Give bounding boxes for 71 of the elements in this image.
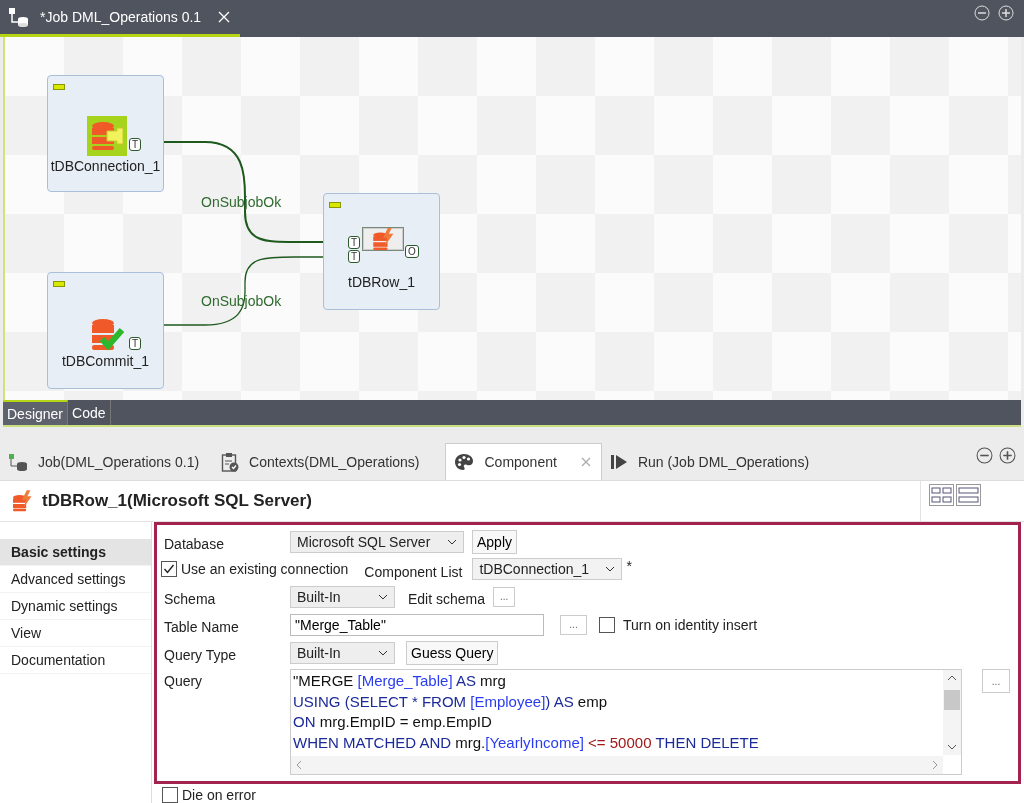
- collapse-marker[interactable]: [329, 202, 341, 208]
- grid-layout-icon[interactable]: [929, 484, 954, 506]
- list-layout-icon[interactable]: [956, 484, 981, 506]
- minimize-icon[interactable]: [976, 447, 993, 464]
- apply-button[interactable]: Apply: [472, 529, 518, 554]
- port-tab[interactable]: T: [348, 250, 361, 263]
- settings-category[interactable]: View: [0, 620, 151, 647]
- field-label: Component List: [364, 564, 463, 580]
- port-tab[interactable]: T: [129, 138, 142, 151]
- node-label: tDBRow_1: [347, 274, 416, 290]
- field-label: Database: [164, 535, 225, 552]
- run-icon: [609, 453, 628, 470]
- settings-category[interactable]: Dynamic settings: [0, 593, 151, 620]
- code-line: USING (SELECT * FROM [Employee]) AS emp: [293, 691, 608, 712]
- clipboard-check-icon: [221, 451, 240, 472]
- component-node[interactable]: T tDBCommit_1: [47, 272, 164, 389]
- schema-dropdown[interactable]: Built-In: [290, 585, 395, 608]
- checkbox-label: Die on error: [182, 787, 256, 803]
- query-type-dropdown[interactable]: Built-In: [290, 641, 395, 664]
- required-mark: *: [626, 558, 632, 574]
- panel-tab[interactable]: Run (Job DML_Operations): [601, 443, 824, 480]
- component-title: tDBRow_1(Microsoft SQL Server): [42, 491, 312, 511]
- chevron-down-icon: [378, 593, 388, 600]
- chevron-down-icon: [605, 566, 616, 572]
- maximize-icon[interactable]: [999, 447, 1016, 464]
- code-line: WHEN MATCHED AND mrg.[YearlyIncome] <= 50000 THEN DELETE: [293, 732, 760, 753]
- more-button[interactable]: ...: [982, 669, 1010, 693]
- checkbox[interactable]: [161, 561, 177, 577]
- job-icon: [8, 452, 28, 471]
- checkbox-label: Use an existing connection: [181, 561, 349, 577]
- settings-category[interactable]: Advanced settings: [0, 566, 151, 593]
- guess-query-button[interactable]: Guess Query: [406, 640, 499, 665]
- selection-frame[interactable]: [363, 228, 403, 250]
- component-dropdown[interactable]: tDBConnection_1: [472, 558, 623, 580]
- more-button[interactable]: ...: [493, 586, 516, 607]
- chevron-down-icon: [378, 649, 388, 656]
- code-line: "MERGE [Merge_Table] AS mrg: [293, 671, 507, 691]
- panel-tab[interactable]: Component: [445, 443, 602, 480]
- field-label: Query Type: [164, 646, 238, 663]
- checkbox[interactable]: [162, 787, 178, 803]
- settings-category[interactable]: Basic settings: [0, 539, 151, 566]
- horizontal-scrollbar[interactable]: [291, 756, 943, 774]
- component-node[interactable]: T T O tDBRow_1: [323, 193, 440, 310]
- field-label: Table Name: [164, 618, 240, 635]
- view-tab[interactable]: Designer: [3, 400, 69, 425]
- field-label: Schema: [164, 590, 217, 607]
- database-dropdown[interactable]: Microsoft SQL Server: [290, 530, 464, 553]
- database-lightning-icon: [10, 489, 34, 513]
- port-tab[interactable]: T: [129, 337, 142, 350]
- checkbox-label: Turn on identity insert: [623, 616, 758, 633]
- more-button[interactable]: ...: [560, 614, 587, 635]
- field-label: Edit schema: [408, 590, 486, 607]
- port-tab[interactable]: O: [405, 245, 419, 258]
- job-icon: [8, 7, 30, 27]
- code-line: ON mrg.EmpID = emp.EmpID: [293, 712, 493, 732]
- chevron-down-icon: [447, 538, 457, 545]
- query-editor[interactable]: "MERGE [Merge_Table] AS mrg USING (SELECT * FROM [Employee]) AS emp ON mrg.EmpID = emp.EmpID WHEN MATCHED AND mrg.[YearlyIncome] <= 50000 THEN DELETE: [290, 669, 962, 775]
- settings-category[interactable]: Documentation: [0, 647, 151, 674]
- panel-tab[interactable]: Job(DML_Operations 0.1): [0, 443, 214, 480]
- collapse-marker[interactable]: [53, 281, 65, 287]
- vertical-scrollbar[interactable]: [943, 670, 961, 755]
- palette-icon: [454, 453, 475, 471]
- node-label: tDBConnection_1: [49, 158, 162, 174]
- node-label: tDBCommit_1: [60, 353, 151, 369]
- panel-tab[interactable]: Contexts(DML_Operations): [213, 443, 434, 480]
- port-tab[interactable]: T: [348, 236, 361, 249]
- checkbox[interactable]: [599, 616, 615, 633]
- table-name-field[interactable]: "Merge_Table": [290, 613, 544, 636]
- component-node[interactable]: T tDBConnection_1: [47, 75, 164, 192]
- collapse-marker[interactable]: [53, 84, 65, 90]
- field-label: Query: [164, 673, 204, 689]
